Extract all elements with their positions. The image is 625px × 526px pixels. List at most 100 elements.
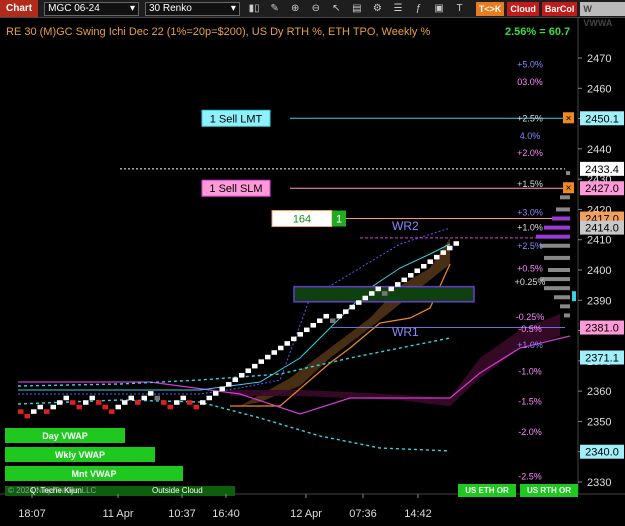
renko-brick <box>382 291 388 296</box>
cloud-button[interactable]: Cloud <box>507 1 539 16</box>
volume-profile-bar <box>540 243 570 248</box>
sell-lmt-order-label: 1 Sell LMT <box>210 113 263 125</box>
wr2-label: WR2 <box>392 219 419 233</box>
vwap-toggle-label: Mnt VWAP <box>72 469 117 479</box>
list-icon[interactable]: ☰ <box>392 2 405 15</box>
percent-level-label: +1.5% <box>517 179 543 189</box>
price-tick-label: 2410 <box>587 235 611 247</box>
position-count-label: 1 <box>336 214 342 226</box>
profile-poc-marker <box>572 291 576 302</box>
percent-level-label: +2.5% <box>517 113 543 123</box>
renko-brick <box>206 395 212 401</box>
renko-brick <box>76 404 82 410</box>
renko-brick <box>401 277 407 283</box>
renko-brick <box>96 400 102 405</box>
data-box-icon[interactable]: ▤ <box>351 2 364 15</box>
volume-profile-bar <box>536 234 570 239</box>
chart-window-title: Chart <box>0 0 39 17</box>
t-icon[interactable]: T <box>453 2 466 15</box>
settings-icon[interactable]: ⚙ <box>371 2 384 15</box>
price-tick-label: 2440 <box>587 144 611 156</box>
renko-brick <box>232 377 238 383</box>
price-tick-label: 2360 <box>587 386 611 398</box>
vwap-toggle-label: Day VWAP <box>42 431 88 441</box>
percent-level-label: -1.0% <box>518 366 542 376</box>
volume-profile-bar <box>560 195 570 200</box>
renko-brick <box>193 404 199 410</box>
renko-brick <box>128 395 134 401</box>
instrument-selector[interactable]: MGC 06-24 ▾ <box>44 1 139 16</box>
renko-brick <box>102 404 108 410</box>
price-tag-label: 2340.0 <box>585 447 619 459</box>
renko-brick <box>180 395 186 401</box>
sell-slm-order-label: 1 Sell SLM <box>209 183 262 195</box>
percent-level-label: -2.5% <box>518 472 542 482</box>
price-tick-label: 2470 <box>587 53 611 65</box>
bars-icon[interactable]: ▮▯ <box>248 2 261 15</box>
renko-brick <box>447 245 453 251</box>
renko-brick <box>369 291 375 296</box>
vwap-toggle-label: Wkly VWAP <box>55 450 105 460</box>
renko-brick <box>323 313 329 319</box>
renko-brick <box>252 363 258 369</box>
chart-panel[interactable]: RE 30 (M)GC Swing Ichi Dec 22 (1%=20p=$2… <box>0 18 625 526</box>
time-tick-label: 16:40 <box>212 508 240 520</box>
time-tick-label: 14:42 <box>404 508 432 520</box>
outside-cloud-label: Outside Cloud <box>152 486 203 495</box>
renko-brick <box>310 323 316 328</box>
renko-brick <box>258 359 264 364</box>
renko-brick <box>336 313 342 319</box>
ichimoku-cloud-bullish <box>240 238 450 406</box>
tk-button[interactable]: T<>K <box>475 1 505 16</box>
renko-brick <box>388 286 394 292</box>
wvwap-button[interactable]: W VWWA <box>580 1 625 28</box>
renko-brick <box>362 295 368 301</box>
cursor-icon[interactable]: ↖ <box>330 2 343 15</box>
renko-brick <box>434 254 440 260</box>
lock-icon[interactable]: ▣ <box>433 2 446 15</box>
renko-brick <box>154 395 160 401</box>
volume-profile-bar <box>552 216 570 221</box>
magnifier-minus-icon[interactable]: ⊖ <box>309 2 322 15</box>
renko-brick <box>219 386 225 392</box>
renko-brick <box>278 345 284 351</box>
volume-profile-bar <box>566 171 570 176</box>
time-tick-label: 11 Apr <box>103 508 134 520</box>
percent-level-label: 4.0% <box>520 131 541 141</box>
tenkan-line <box>18 243 451 391</box>
renko-brick <box>18 409 24 414</box>
renko-brick <box>200 400 206 405</box>
barcol-button[interactable]: BarCol <box>541 1 578 16</box>
volume-profile-bar <box>548 268 570 272</box>
time-tick-label: 18:07 <box>18 508 46 520</box>
renko-brick <box>148 391 154 396</box>
time-tick-label: 07:36 <box>349 508 377 520</box>
renko-brick <box>226 382 232 387</box>
bar-type-selector[interactable]: 30 Renko ▾ <box>144 1 240 16</box>
indicator-icon[interactable]: ƒ <box>412 2 425 15</box>
renko-brick <box>135 400 141 405</box>
renko-brick <box>187 400 193 405</box>
renko-brick <box>141 395 147 401</box>
renko-brick <box>291 336 297 342</box>
price-chart-canvas[interactable]: 2330234023502360237023802390240024102420… <box>0 18 625 526</box>
renko-brick <box>408 273 414 278</box>
percent-level-label: +0.25% <box>515 277 546 287</box>
volume-profile-bar <box>544 286 570 291</box>
renko-brick <box>167 404 173 410</box>
percent-level-label: +5.0% <box>517 59 543 69</box>
percent-level-label: +1.0% <box>517 340 543 350</box>
us-eth-or-label: US ETH OR <box>465 486 509 495</box>
tricky-label: Q: Teche Kijun <box>30 486 82 495</box>
renko-brick <box>239 372 245 378</box>
percent-level-label: +2.5% <box>517 241 543 251</box>
renko-brick <box>89 395 95 401</box>
volume-profile-bar <box>564 313 570 318</box>
renko-brick <box>427 259 433 264</box>
pencil-icon[interactable]: ✎ <box>268 2 281 15</box>
volume-profile-bar <box>556 207 570 212</box>
price-tick-label: 2350 <box>587 416 611 428</box>
magnifier-plus-icon[interactable]: ⊕ <box>289 2 302 15</box>
price-tag-label: 2427.0 <box>585 183 619 195</box>
renko-brick <box>375 286 381 292</box>
